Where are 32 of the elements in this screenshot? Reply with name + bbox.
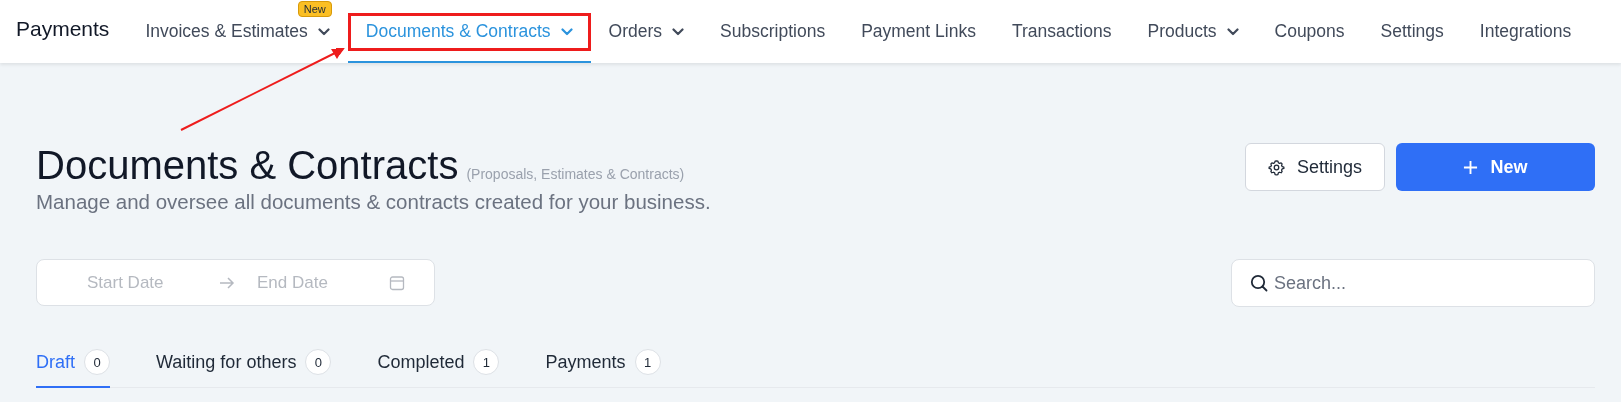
count-badge: 0 (305, 349, 332, 375)
nav-tab[interactable]: Transactions (993, 12, 1130, 51)
calendar-icon (389, 274, 405, 291)
settings-button[interactable]: Settings (1245, 143, 1385, 191)
plus-icon (1463, 159, 1479, 175)
nav-tab[interactable]: Orders (590, 12, 703, 51)
settings-icon (1267, 158, 1285, 176)
start-date-input[interactable]: Start Date (85, 271, 199, 294)
search-field[interactable]: Search... (1231, 259, 1595, 307)
count-badge: 0 (84, 349, 110, 375)
title-note: (Proposals, Estimates & Contracts) (466, 166, 685, 182)
search-icon (1250, 274, 1268, 292)
new-badge: New (297, 1, 332, 17)
end-date-input[interactable]: End Date (255, 271, 369, 294)
nav-tab[interactable]: Coupons (1256, 12, 1363, 51)
date-range-field[interactable]: Start Date End Date (36, 259, 435, 306)
page-subtitle: Manage and oversee all documents & contracts created for your business. (36, 190, 711, 214)
nav-tab[interactable]: Integrations (1461, 12, 1590, 51)
app-title: Payments (16, 16, 110, 41)
nav-tab[interactable]: Payment Links (843, 12, 994, 51)
status-tab[interactable]: Draft 0 (36, 349, 110, 388)
nav-tab[interactable]: Subscriptions (702, 12, 844, 51)
page-title: Documents & Contracts (36, 143, 459, 188)
status-tab[interactable]: Completed 1 (377, 349, 500, 388)
count-badge: 1 (634, 349, 661, 375)
arrow-right-icon (219, 276, 235, 289)
nav-tab[interactable]: Products (1129, 12, 1257, 51)
new-button[interactable]: New (1396, 143, 1595, 191)
status-tab[interactable]: Payments 1 (545, 349, 661, 388)
nav-tab[interactable]: Settings (1362, 12, 1462, 51)
count-badge: 1 (473, 349, 500, 375)
status-tab[interactable]: Waiting for others 0 (156, 349, 332, 388)
